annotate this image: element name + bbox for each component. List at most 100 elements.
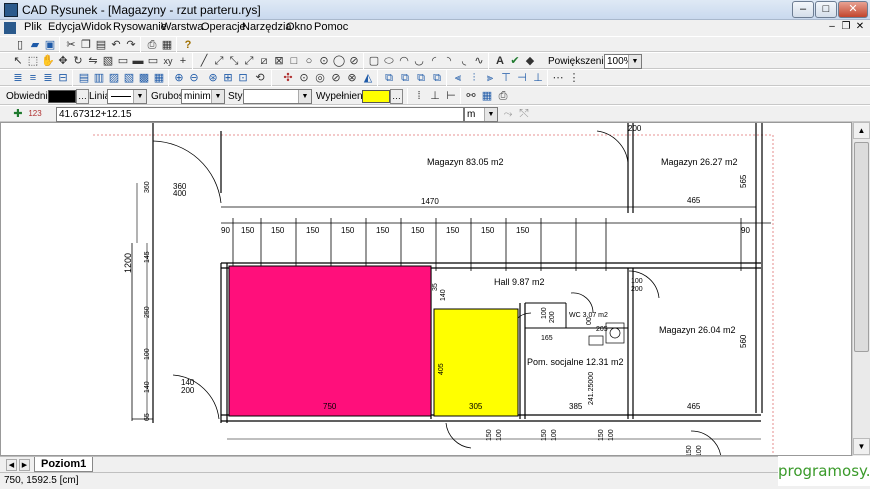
print-preview-icon[interactable]: ⎙ bbox=[144, 37, 160, 53]
filled-rect-icon[interactable]: ▬ bbox=[130, 53, 146, 69]
printer-icon[interactable]: ⎙ bbox=[495, 88, 511, 104]
zoom-all-icon[interactable]: ⊞ bbox=[220, 70, 236, 86]
snap-end-icon[interactable]: ◎ bbox=[312, 70, 328, 86]
maximize-button[interactable]: □ bbox=[815, 1, 837, 18]
align-bottom-icon[interactable]: ⊥ bbox=[530, 70, 546, 86]
snap-icon[interactable]: ✣ bbox=[280, 70, 296, 86]
menu-operacje[interactable]: Operacje bbox=[201, 21, 246, 33]
ungroup-icon[interactable]: ▥ bbox=[91, 70, 107, 86]
properties-icon[interactable]: ▦ bbox=[151, 70, 167, 86]
zoom-out-icon[interactable]: ⊖ bbox=[186, 70, 202, 86]
undo-icon[interactable]: ↶ bbox=[108, 37, 124, 53]
move-icon[interactable]: ✥ bbox=[55, 53, 71, 69]
arc-4-icon[interactable]: ◝ bbox=[441, 53, 457, 69]
align-top-icon[interactable]: ⊤ bbox=[498, 70, 514, 86]
thickness-select[interactable]: minimalna▼ bbox=[181, 89, 225, 104]
polyline-icon[interactable]: ⤢ bbox=[211, 53, 227, 69]
dim-line-icon[interactable]: ⤢ bbox=[241, 53, 257, 69]
copy-obj-icon[interactable]: ⧉ bbox=[381, 70, 397, 86]
mdi-restore-button[interactable]: ❐ bbox=[840, 21, 852, 33]
front-icon[interactable]: ▨ bbox=[106, 70, 122, 86]
accept-icon[interactable]: ⤳ bbox=[500, 106, 516, 122]
grid-icon[interactable]: ⁞ bbox=[411, 88, 427, 104]
select-rect-icon[interactable]: ⬚ bbox=[25, 53, 41, 69]
align-right-icon[interactable]: ⫸ bbox=[482, 70, 498, 86]
rotate-icon[interactable]: ↻ bbox=[70, 53, 86, 69]
xy-point-icon[interactable]: xy bbox=[160, 53, 176, 69]
menu-rysowanie[interactable]: Rysowanie bbox=[113, 21, 167, 33]
binoculars-icon[interactable]: ⚯ bbox=[463, 88, 479, 104]
coordinate-input[interactable]: 41.67312+12.15 bbox=[56, 107, 464, 122]
tab-next-icon[interactable]: ▶ bbox=[19, 459, 30, 471]
line-type-select[interactable]: ▼ bbox=[107, 89, 147, 104]
yellow-fill-area[interactable] bbox=[433, 308, 519, 417]
back-icon[interactable]: ▧ bbox=[121, 70, 137, 86]
circle-icon[interactable]: ○ bbox=[301, 53, 317, 69]
group-icon[interactable]: ▤ bbox=[76, 70, 92, 86]
zoom-window-icon[interactable]: ⊛ bbox=[205, 70, 221, 86]
fill-bucket-icon[interactable]: ◆ bbox=[522, 53, 538, 69]
distribute-v-icon[interactable]: ⋮ bbox=[566, 70, 582, 86]
menu-okno[interactable]: Okno bbox=[286, 21, 312, 33]
ortho-icon[interactable]: ⊥ bbox=[427, 88, 443, 104]
menu-plik[interactable]: Plik bbox=[24, 21, 42, 33]
arrow-line-icon[interactable]: ⤡ bbox=[226, 53, 242, 69]
document-icon[interactable] bbox=[4, 22, 16, 34]
frame-rect-icon[interactable]: ▭ bbox=[145, 53, 161, 69]
zoom-extents-icon[interactable]: ⊡ bbox=[235, 70, 251, 86]
pattern-icon[interactable]: ▧ bbox=[100, 53, 116, 69]
mdi-close-button[interactable]: ✕ bbox=[854, 21, 866, 33]
fill-color-swatch[interactable] bbox=[362, 90, 390, 103]
snap-mid-icon[interactable]: ⊘ bbox=[328, 70, 344, 86]
array-icon[interactable]: ⧉ bbox=[413, 70, 429, 86]
layer-add-icon[interactable]: ≣ bbox=[40, 70, 56, 86]
select-arrow-icon[interactable]: ↖ bbox=[10, 53, 26, 69]
circle-3p-icon[interactable]: ◯ bbox=[331, 53, 347, 69]
floor-plan-drawing[interactable]: Magazyn 83.05 m2 Magazyn 26.27 m2 Hall 9… bbox=[1, 123, 852, 456]
pan-hand-icon[interactable]: ✋ bbox=[40, 53, 56, 69]
arc-2-icon[interactable]: ◡ bbox=[411, 53, 427, 69]
snap-center-icon[interactable]: ⊗ bbox=[344, 70, 360, 86]
coordinate-add-icon[interactable]: ✚ bbox=[10, 106, 26, 122]
align-left-icon[interactable]: ⫷ bbox=[450, 70, 466, 86]
menu-edycja[interactable]: Edycja bbox=[48, 21, 81, 33]
new-file-icon[interactable]: ▯ bbox=[12, 37, 28, 53]
rect-icon[interactable]: ▭ bbox=[115, 53, 131, 69]
snap-perp-icon[interactable]: ◭ bbox=[360, 70, 376, 86]
circle-center-icon[interactable]: ⊙ bbox=[316, 53, 332, 69]
rounded-rect-icon[interactable]: ▢ bbox=[366, 53, 382, 69]
vertical-scrollbar[interactable]: ▲ ▼ bbox=[852, 122, 870, 456]
square-icon[interactable]: □ bbox=[286, 53, 302, 69]
outline-color-button[interactable]: … bbox=[76, 89, 89, 104]
distribute-h-icon[interactable]: ⋯ bbox=[550, 70, 566, 86]
menu-narzedzia[interactable]: Narzędzia bbox=[242, 21, 292, 33]
scroll-up-icon[interactable]: ▲ bbox=[853, 122, 870, 139]
zoom-select[interactable]: 100% ▼ bbox=[604, 54, 642, 69]
help-icon[interactable]: ? bbox=[180, 37, 196, 53]
ellipse-icon[interactable]: ⬭ bbox=[381, 53, 397, 69]
arc-3-icon[interactable]: ◜ bbox=[426, 53, 442, 69]
open-folder-icon[interactable]: ▰ bbox=[27, 37, 43, 53]
refresh-icon[interactable]: ⟲ bbox=[252, 70, 268, 86]
menu-pomoc[interactable]: Pomoc bbox=[314, 21, 348, 33]
hatch-icon[interactable]: ⧄ bbox=[256, 53, 272, 69]
unit-select[interactable]: m ▼ bbox=[464, 107, 498, 122]
drawing-canvas[interactable]: Magazyn 83.05 m2 Magazyn 26.27 m2 Hall 9… bbox=[0, 122, 852, 456]
print-icon[interactable]: ▦ bbox=[159, 37, 175, 53]
cut-icon[interactable]: ✂ bbox=[63, 37, 79, 53]
mirror-icon[interactable]: ⇋ bbox=[85, 53, 101, 69]
menu-widok[interactable]: Widok bbox=[81, 21, 112, 33]
check-icon[interactable]: ✔ bbox=[507, 53, 523, 69]
cancel-icon[interactable]: ⤲ bbox=[516, 106, 532, 122]
array2-icon[interactable]: ⧉ bbox=[429, 70, 445, 86]
align-center-icon[interactable]: ⫶ bbox=[466, 70, 482, 86]
tab-prev-icon[interactable]: ◀ bbox=[6, 459, 17, 471]
paste-icon[interactable]: ▤ bbox=[93, 37, 109, 53]
arc-5-icon[interactable]: ◟ bbox=[456, 53, 472, 69]
scroll-down-icon[interactable]: ▼ bbox=[853, 438, 870, 455]
zoom-in-icon[interactable]: ⊕ bbox=[171, 70, 187, 86]
fill-color-button[interactable]: … bbox=[390, 89, 403, 104]
arc-icon[interactable]: ◠ bbox=[396, 53, 412, 69]
coordinate-123-icon[interactable]: 123 bbox=[27, 106, 43, 122]
outline-color-swatch[interactable] bbox=[48, 90, 76, 103]
